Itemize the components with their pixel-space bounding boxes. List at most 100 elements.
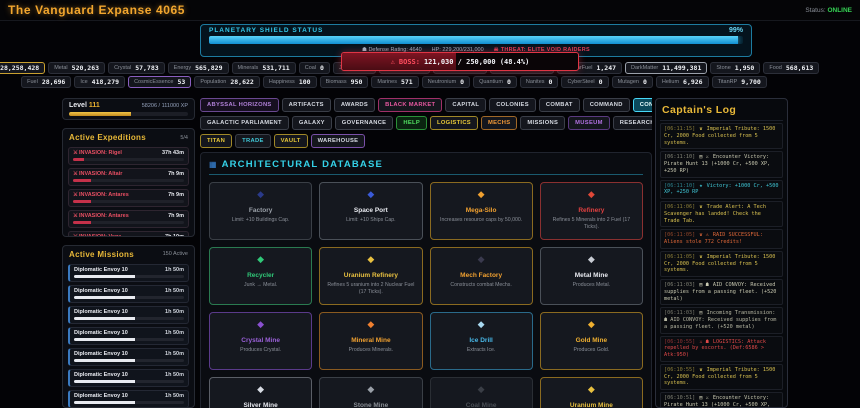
building-card[interactable]: ◆ Metal Mine Produces Metal. bbox=[540, 247, 643, 305]
nav-tab[interactable]: BLACK MARKET bbox=[378, 98, 442, 112]
mission-time: 1h 50m bbox=[165, 267, 184, 273]
nav-tab[interactable]: MECHS bbox=[481, 116, 517, 130]
building-card[interactable]: ◆ Mega-Silo Increases resource caps by 5… bbox=[430, 182, 533, 240]
building-card[interactable]: ◆ Uranium Mine Produces Uranium Ore. bbox=[540, 377, 643, 408]
log-entry-icon: ♛ bbox=[699, 126, 702, 132]
building-cards-grid: ◆ Factory Limit: +10 Buildings Cap. ◆ Sp… bbox=[209, 182, 643, 408]
nav-tab[interactable]: AWARDS bbox=[334, 98, 375, 112]
building-description: Produces Metal. bbox=[541, 282, 642, 289]
left-sidebar: Level 111 58206 / 111000 XP Active Exped… bbox=[62, 98, 195, 408]
resource-label: Fuel bbox=[27, 79, 38, 85]
nav-tab[interactable]: ARTIFACTS bbox=[282, 98, 331, 112]
building-card[interactable]: ◆ Silver Mine Produces Silver. bbox=[209, 377, 312, 408]
main-content: ABYSSAL HORIZONS ARTIFACTS AWARDS BLACK … bbox=[200, 98, 652, 408]
building-card[interactable]: ◆ Stone Mine Produces Stone. bbox=[319, 377, 422, 408]
resource-pill: Coal 0 bbox=[299, 62, 330, 74]
nav-tab[interactable]: GALAXY bbox=[292, 116, 332, 130]
expedition-item[interactable]: ⚔INVASION: Altair 7h 9m bbox=[68, 168, 189, 186]
resource-value: 0 bbox=[460, 78, 464, 86]
building-card[interactable]: ◆ Mech Factory Constructs combat Mechs. bbox=[430, 247, 533, 305]
nav-tab[interactable]: HELP bbox=[396, 116, 427, 130]
resource-value: 1,950 bbox=[735, 64, 755, 72]
mission-item[interactable]: Diplomatic Envoy 10 1h 50m bbox=[68, 348, 189, 366]
shield-progress-fill bbox=[209, 36, 738, 44]
log-timestamp: [06:11:10] bbox=[664, 154, 695, 160]
expedition-item[interactable]: ⚔INVASION: Antares 7h 9m bbox=[68, 189, 189, 207]
building-name: Mech Factory bbox=[431, 272, 532, 279]
active-expeditions-panel: Active Expeditions 5/4 ⚔INVASION: Rigel … bbox=[62, 128, 195, 237]
building-card[interactable]: ◆ Ice Drill Extracts Ice. bbox=[430, 312, 533, 370]
nav-tab[interactable]: GOVERNANCE bbox=[335, 116, 394, 130]
nav-tab[interactable]: WAREHOUSE bbox=[311, 134, 366, 148]
building-card[interactable]: ◆ Mineral Mine Produces Minerals. bbox=[319, 312, 422, 370]
building-card[interactable]: ◆ Factory Limit: +10 Buildings Cap. bbox=[209, 182, 312, 240]
resource-value: 11,499,381 bbox=[662, 64, 701, 72]
expedition-time: 7h 9m bbox=[168, 171, 184, 177]
nav-tab[interactable]: TITAN bbox=[200, 134, 232, 148]
mission-item[interactable]: Diplomatic Envoy 10 1h 50m bbox=[68, 306, 189, 324]
nav-tab[interactable]: MISSIONS bbox=[520, 116, 565, 130]
building-description: Limit: +10 Buildings Cap. bbox=[210, 217, 311, 224]
resource-value: 28,622 bbox=[230, 78, 253, 86]
resource-pill: CosmicEssence 53 bbox=[128, 76, 191, 88]
building-cube-icon: ◆ bbox=[320, 189, 421, 200]
nav-tab[interactable]: GALACTIC PARLIAMENT bbox=[200, 116, 289, 130]
level-panel: Level 111 58206 / 111000 XP bbox=[62, 98, 195, 120]
resource-value: 571 bbox=[401, 78, 413, 86]
nav-tab[interactable]: VAULT bbox=[274, 134, 308, 148]
log-entry: [06:11:05] ♛ ⚠ RAID SUCCESSFUL: Aliens s… bbox=[660, 229, 783, 249]
log-entry: [06:10:55] ⚔ ☗ LOGISTICS: Attack repelle… bbox=[660, 336, 783, 362]
building-card[interactable]: ◆ Uranium Refinery Refines 5 uranium int… bbox=[319, 247, 422, 305]
mission-progress-track bbox=[74, 401, 184, 404]
building-name: Coal Mine bbox=[431, 402, 532, 408]
log-timestamp: [06:11:15] bbox=[664, 126, 695, 132]
expedition-item[interactable]: ⚔INVASION: Antares 7h 9m bbox=[68, 210, 189, 228]
nav-tab[interactable]: RESEARCH bbox=[613, 116, 652, 130]
building-card[interactable]: ◆ Crystal Mine Produces Crystal. bbox=[209, 312, 312, 370]
nav-tab[interactable]: COLONIES bbox=[489, 98, 536, 112]
log-timestamp: [06:11:05] bbox=[664, 232, 695, 238]
log-entry-icon: ♛ ⚠ bbox=[699, 232, 708, 238]
building-card[interactable]: ◆ Coal Mine Produces Coal. bbox=[430, 377, 533, 408]
nav-tab[interactable]: TRADE bbox=[235, 134, 270, 148]
resource-label: Biomass bbox=[326, 79, 347, 85]
expedition-name: INVASION: Antares bbox=[79, 192, 129, 198]
mission-item[interactable]: Diplomatic Envoy 10 1h 50m bbox=[68, 390, 189, 408]
log-entry-icon: ♛ bbox=[699, 367, 702, 373]
nav-tab[interactable]: CONSTRUCT bbox=[633, 98, 652, 112]
active-missions-panel: Active Missions 150 Active Diplomatic En… bbox=[62, 245, 195, 408]
expedition-name: INVASION: Rigel bbox=[79, 150, 122, 156]
mission-time: 1h 50m bbox=[165, 330, 184, 336]
building-description: Produces Crystal. bbox=[210, 347, 311, 354]
building-card[interactable]: ◆ Recycler Junk → Metal. bbox=[209, 247, 312, 305]
mission-item[interactable]: Diplomatic Envoy 10 1h 50m bbox=[68, 327, 189, 345]
expedition-item[interactable]: ⚔INVASION: Rigel 37h 43m bbox=[68, 147, 189, 165]
nav-tab[interactable]: COMMAND bbox=[583, 98, 630, 112]
invasion-sword-icon: ⚔ bbox=[73, 234, 78, 237]
nav-tab[interactable]: ABYSSAL HORIZONS bbox=[200, 98, 279, 112]
log-entry-icon: ★ bbox=[699, 183, 702, 189]
nav-tab[interactable]: COMBAT bbox=[539, 98, 580, 112]
building-cube-icon: ◆ bbox=[431, 189, 532, 200]
mission-item[interactable]: Diplomatic Envoy 10 1h 50m bbox=[68, 264, 189, 282]
mission-item[interactable]: Diplomatic Envoy 10 1h 50m bbox=[68, 369, 189, 387]
expedition-name: INVASION: Antares bbox=[79, 213, 129, 219]
expedition-progress-fill bbox=[73, 158, 84, 161]
resource-label: CyberSteel bbox=[567, 79, 594, 85]
building-description: Refines 5 Minerals into 2 Fuel (17 Ticks… bbox=[541, 217, 642, 230]
mission-item[interactable]: Diplomatic Envoy 10 1h 50m bbox=[68, 285, 189, 303]
building-card[interactable]: ◆ Refinery Refines 5 Minerals into 2 Fue… bbox=[540, 182, 643, 240]
log-entry-icon: ⚔ ☗ bbox=[699, 339, 708, 345]
mission-progress-fill bbox=[74, 275, 135, 278]
building-description: Limit: +10 Ships Cap. bbox=[320, 217, 421, 224]
building-card[interactable]: ◆ Space Port Limit: +10 Ships Cap. bbox=[319, 182, 422, 240]
nav-tab[interactable]: LOGISTICS bbox=[430, 116, 478, 130]
nav-tab[interactable]: CAPITAL bbox=[445, 98, 486, 112]
building-card[interactable]: ◆ Gold Mine Produces Gold. bbox=[540, 312, 643, 370]
resource-pill: Crystal 57,783 bbox=[108, 62, 165, 74]
nav-tab[interactable]: MUSEUM bbox=[568, 116, 610, 130]
expedition-item[interactable]: ⚔INVASION: Vega 7h 10m bbox=[68, 231, 189, 237]
resource-value: 228,258,428 bbox=[0, 64, 39, 72]
resource-pill: Minerals 531,711 bbox=[232, 62, 296, 74]
resource-value: 57,783 bbox=[135, 64, 158, 72]
